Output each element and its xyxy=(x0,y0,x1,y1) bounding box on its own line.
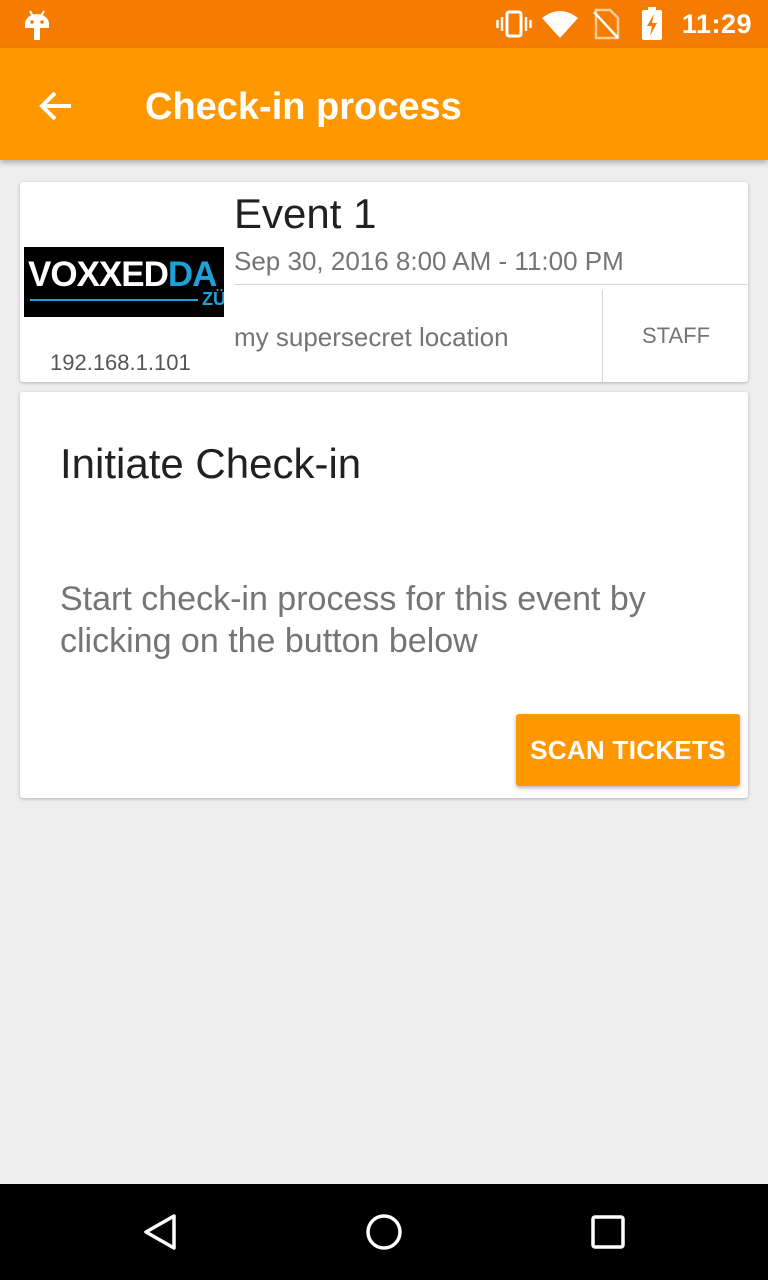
recents-square-icon[interactable] xyxy=(580,1204,636,1260)
status-clock: 11:29 xyxy=(681,8,752,39)
logo-text: VOXXEDDA xyxy=(28,255,217,295)
android-debug-icon xyxy=(22,8,52,42)
wifi-icon xyxy=(541,7,578,41)
checkin-card: Initiate Check-in Start check-in process… xyxy=(20,392,748,798)
event-location: my supersecret location xyxy=(234,322,509,352)
navigation-bar xyxy=(0,1184,768,1280)
checkin-title: Initiate Check-in xyxy=(60,440,362,487)
no-sim-icon xyxy=(588,7,624,41)
checkin-description: Start check-in process for this event by… xyxy=(60,580,646,660)
scan-tickets-button[interactable]: SCAN TICKETS xyxy=(516,714,740,786)
app-bar: Check-in process xyxy=(0,48,768,160)
divider xyxy=(234,284,748,285)
role-badge: STAFF xyxy=(641,323,711,348)
event-date: Sep 30, 2016 8:00 AM - 11:00 PM xyxy=(234,246,624,276)
home-circle-icon[interactable] xyxy=(356,1204,412,1260)
event-card[interactable]: VOXXEDDA ZÜ 192.168.1.101 Event 1 Sep 30… xyxy=(20,182,748,382)
event-logo: VOXXEDDA ZÜ xyxy=(24,247,224,317)
logo-sub-text: ZÜ xyxy=(202,289,224,309)
status-bar: 11:29 xyxy=(0,0,768,48)
status-icons: 11:29 xyxy=(486,0,752,48)
divider xyxy=(602,290,603,382)
back-triangle-icon[interactable] xyxy=(132,1204,188,1260)
battery-charging-icon xyxy=(634,7,670,41)
server-ip: 192.168.1.101 xyxy=(50,350,191,375)
event-title: Event 1 xyxy=(234,190,377,237)
page-title: Check-in process xyxy=(145,86,462,128)
logo-underline xyxy=(30,299,198,301)
vibrate-icon xyxy=(496,7,532,41)
arrow-left-icon[interactable] xyxy=(28,78,84,134)
logo-text-a: VOXXED xyxy=(28,255,169,294)
